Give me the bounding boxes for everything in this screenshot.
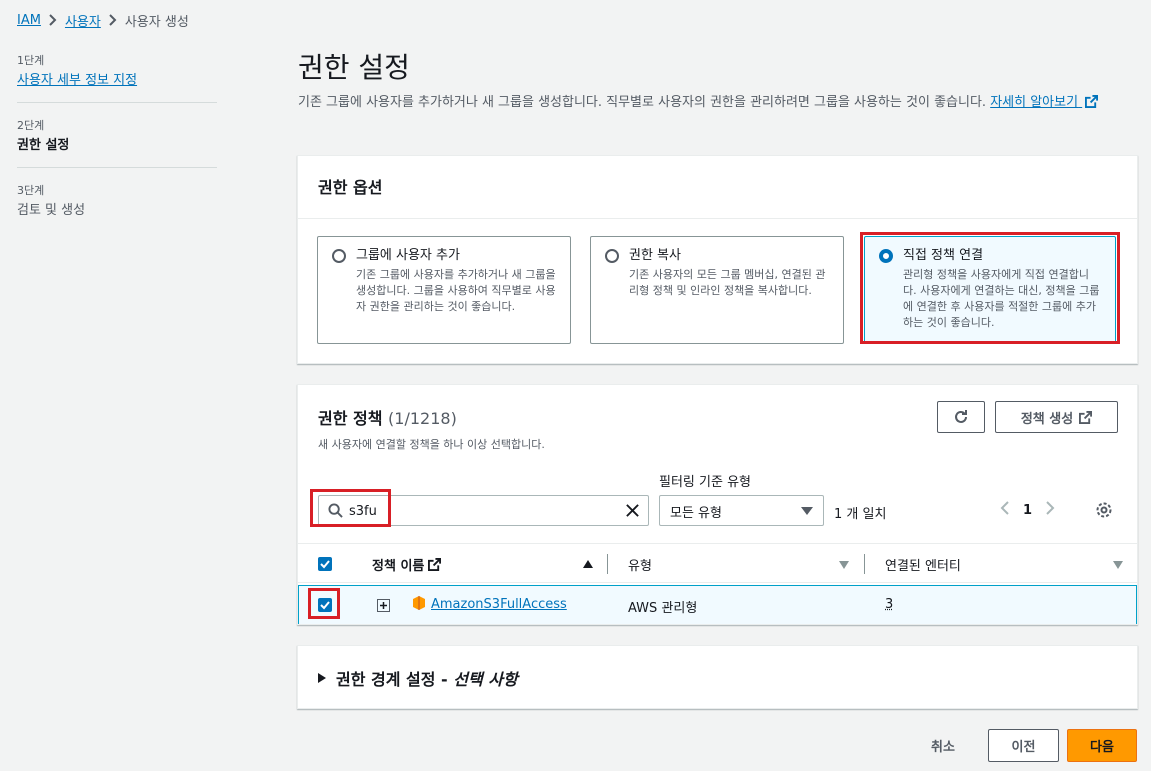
policies-title-text: 권한 정책 xyxy=(318,409,383,428)
clear-icon[interactable] xyxy=(625,503,640,522)
column-header-entities[interactable]: 연결된 엔터티 xyxy=(885,555,961,574)
step-3: 3단계 검토 및 생성 xyxy=(17,182,217,232)
chevron-right-icon xyxy=(109,14,117,26)
boundary-optional: 선택 사항 xyxy=(453,670,518,689)
refresh-button[interactable] xyxy=(937,401,985,433)
previous-label: 이전 xyxy=(1011,740,1036,755)
policies-description: 새 사용자에 연결할 정책을 하나 이상 선택합니다. xyxy=(318,438,545,451)
boundary-title-wrap: 권한 경계 설정 - 선택 사항 xyxy=(336,666,518,690)
search-icon xyxy=(328,503,343,522)
external-link-icon xyxy=(428,558,442,571)
breadcrumb-users[interactable]: 사용자 xyxy=(65,11,101,30)
option-title: 그룹에 사용자 추가 xyxy=(356,248,460,263)
page-number[interactable]: 1 xyxy=(1023,503,1032,518)
option-title: 권한 복사 xyxy=(629,248,681,263)
step-1: 1단계 사용자 세부 정보 지정 xyxy=(17,52,217,103)
chevron-right-icon[interactable] xyxy=(1046,501,1055,519)
column-header-type[interactable]: 유형 xyxy=(628,555,652,574)
pagination: 1 xyxy=(1000,501,1055,519)
policy-search-field[interactable] xyxy=(318,495,649,526)
page-description-text: 기존 그룹에 사용자를 추가하거나 새 그룹을 생성합니다. 직무별로 사용자의… xyxy=(298,95,987,110)
cancel-button[interactable]: 취소 xyxy=(931,736,955,755)
option-copy-permissions[interactable]: 권한 복사 기존 사용자의 모든 그룹 멤버십, 연결된 관리형 정책 및 인라… xyxy=(590,236,844,344)
option-description: 기존 그룹에 사용자를 추가하거나 새 그룹을 생성합니다. 그룹을 사용하여 … xyxy=(356,268,556,313)
match-count: 1 개 일치 xyxy=(834,507,887,522)
radio-unchecked[interactable] xyxy=(332,249,346,263)
select-all-checkbox[interactable] xyxy=(318,557,332,571)
aws-managed-policy-icon xyxy=(411,595,427,615)
radio-checked[interactable] xyxy=(879,249,893,263)
next-label: 다음 xyxy=(1090,740,1114,755)
learn-more-link[interactable]: 자세히 알아보기 xyxy=(990,95,1099,110)
step-number: 2단계 xyxy=(17,119,45,132)
next-button[interactable]: 다음 xyxy=(1067,729,1137,762)
sort-ascending-icon[interactable] xyxy=(583,560,593,568)
wizard-steps: 1단계 사용자 세부 정보 지정 2단계 권한 설정 3단계 검토 및 생성 xyxy=(17,52,217,246)
permission-boundary-panel[interactable]: 권한 경계 설정 - 선택 사항 xyxy=(297,645,1138,709)
table-row[interactable]: AmazonS3FullAccess AWS 관리형 3 xyxy=(298,585,1137,624)
column-divider xyxy=(607,554,608,574)
option-add-to-group[interactable]: 그룹에 사용자 추가 기존 그룹에 사용자를 추가하거나 새 그룹을 생성합니다… xyxy=(317,236,571,344)
step-2: 2단계 권한 설정 xyxy=(17,117,217,168)
table-header: 정책 이름 유형 연결된 엔터티 xyxy=(298,543,1137,583)
step-link-user-details[interactable]: 사용자 세부 정보 지정 xyxy=(17,72,217,90)
checkmark-icon xyxy=(320,560,330,569)
page-title: 권한 설정 xyxy=(298,51,410,84)
previous-button[interactable]: 이전 xyxy=(988,729,1059,762)
external-link-icon xyxy=(1085,95,1099,108)
step-current-permissions: 권한 설정 xyxy=(17,138,70,153)
caret-right-icon xyxy=(318,673,326,683)
column-label: 유형 xyxy=(628,559,652,574)
external-link-icon xyxy=(1079,410,1093,424)
policies-count: (1/1218) xyxy=(388,409,457,428)
column-header-policy-name[interactable]: 정책 이름 xyxy=(372,555,442,574)
breadcrumb: IAM 사용자 사용자 생성 xyxy=(17,10,189,30)
filter-type-select[interactable]: 모든 유형 xyxy=(659,495,824,526)
column-label: 정책 이름 xyxy=(372,559,425,574)
row-checkbox[interactable] xyxy=(318,598,332,612)
policy-name-link[interactable]: AmazonS3FullAccess xyxy=(431,597,567,612)
chevron-right-icon xyxy=(49,14,57,26)
attached-entities-count[interactable]: 3 xyxy=(885,597,893,612)
permission-options-title: 권한 옵션 xyxy=(298,156,1137,219)
learn-more-label: 자세히 알아보기 xyxy=(990,95,1079,110)
chevron-left-icon[interactable] xyxy=(1000,501,1009,519)
option-attach-policies-directly[interactable]: 직접 정책 연결 관리형 정책을 사용자에게 직접 연결합니다. 사용자에게 연… xyxy=(864,236,1116,344)
permission-policies-panel: 권한 정책 (1/1218) 새 사용자에 연결할 정책을 하나 이상 선택합니… xyxy=(297,384,1138,625)
option-description: 기존 사용자의 모든 그룹 멤버십, 연결된 관리형 정책 및 인라인 정책을 … xyxy=(629,268,826,297)
caret-down-icon xyxy=(801,507,813,515)
sort-icon[interactable] xyxy=(839,561,849,569)
radio-unchecked[interactable] xyxy=(605,249,619,263)
boundary-expander[interactable]: 권한 경계 설정 - 선택 사항 xyxy=(318,666,518,690)
option-title: 직접 정책 연결 xyxy=(903,248,984,263)
search-input[interactable] xyxy=(349,500,609,522)
create-policy-button[interactable]: 정책 생성 xyxy=(995,401,1118,433)
boundary-title: 권한 경계 설정 - xyxy=(336,670,454,689)
column-divider xyxy=(864,554,865,574)
expand-plus-icon[interactable] xyxy=(377,599,390,616)
gear-icon[interactable] xyxy=(1095,501,1113,523)
page-description: 기존 그룹에 사용자를 추가하거나 새 그룹을 생성합니다. 직무별로 사용자의… xyxy=(298,92,1138,114)
column-label: 연결된 엔터티 xyxy=(885,559,961,574)
step-number: 1단계 xyxy=(17,54,45,67)
filter-type-label: 필터링 기준 유형 xyxy=(659,475,751,490)
breadcrumb-iam[interactable]: IAM xyxy=(17,13,41,28)
option-description: 관리형 정책을 사용자에게 직접 연결합니다. 사용자에게 연결하는 대신, 정… xyxy=(903,268,1100,329)
permission-options-panel: 권한 옵션 그룹에 사용자 추가 기존 그룹에 사용자를 추가하거나 새 그룹을… xyxy=(297,155,1138,364)
filter-type-value: 모든 유형 xyxy=(670,506,722,521)
checkmark-icon xyxy=(320,601,330,610)
policy-type: AWS 관리형 xyxy=(628,601,698,616)
breadcrumb-current: 사용자 생성 xyxy=(124,14,189,30)
step-review-create: 검토 및 생성 xyxy=(17,203,86,218)
policies-title: 권한 정책 (1/1218) xyxy=(318,405,457,429)
refresh-icon xyxy=(955,410,967,423)
sort-icon[interactable] xyxy=(1113,561,1123,569)
create-policy-label: 정책 생성 xyxy=(1020,411,1074,427)
step-number: 3단계 xyxy=(17,184,45,197)
